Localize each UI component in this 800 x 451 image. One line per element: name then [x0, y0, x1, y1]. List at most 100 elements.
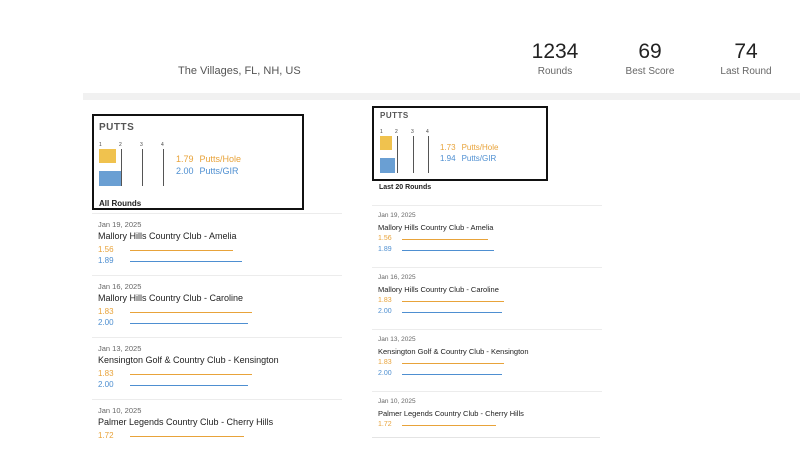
round-putts-per-gir: 1.89: [378, 245, 578, 255]
gauge-tick: 4: [426, 129, 429, 135]
putts-summary-card[interactable]: PUTTS 1 2 3 4 1.79 Putts/Hole 2.00 Putts/G…: [92, 114, 304, 210]
putts-per-gir-bar: [380, 158, 395, 173]
round-item[interactable]: Jan 13, 2025 Kensington Golf & Country C…: [92, 337, 342, 399]
round-course: Mallory Hills Country Club - Amelia: [378, 223, 494, 232]
gauge-tick: 3: [411, 129, 414, 135]
putts-title: PUTTS: [380, 111, 409, 120]
putts-summary-card[interactable]: PUTTS 1 2 3 4 1.73 Putts/Hole 1.94 Putts/G…: [372, 106, 548, 181]
round-putts-per-gir-bar: [130, 261, 242, 262]
putts-title: PUTTS: [99, 122, 135, 133]
round-putts-per-gir-value: 2.00: [378, 308, 392, 315]
round-putts-per-hole: 1.72: [98, 431, 298, 441]
round-putts-per-hole-bar: [402, 301, 504, 302]
round-date: Jan 13, 2025: [98, 344, 142, 353]
round-course: Palmer Legends Country Club - Cherry Hil…: [98, 417, 274, 427]
round-date: Jan 10, 2025: [98, 406, 142, 415]
panel-bottom-border: [372, 437, 600, 438]
round-putts-per-gir-bar: [402, 374, 502, 375]
round-putts-per-gir-bar: [130, 323, 248, 324]
putts-per-hole-label: Putts/Hole: [461, 143, 499, 152]
putts-gauge: 1 2 3 4: [380, 129, 429, 173]
round-putts-per-hole-value: 1.56: [98, 245, 114, 254]
section-divider: [83, 93, 800, 100]
round-putts-per-hole-value: 1.83: [98, 369, 114, 378]
round-date: Jan 16, 2025: [98, 282, 142, 291]
round-putts-per-hole-bar: [402, 239, 488, 240]
rounds-list: Jan 19, 2025 Mallory Hills Country Club …: [92, 213, 342, 451]
round-putts-per-hole: 1.83: [378, 296, 578, 306]
putts-per-hole-value: 1.79: [176, 154, 194, 164]
putts-per-gir-metric: 1.94 Putts/GIR: [440, 154, 496, 163]
gauge-tick: 2: [119, 142, 122, 148]
round-course: Kensington Golf & Country Club - Kensing…: [98, 355, 279, 365]
putts-gauge: 1 2 3 4: [99, 142, 164, 186]
stat-rounds-value: 1234: [531, 40, 579, 63]
round-date: Jan 19, 2025: [378, 212, 416, 219]
putts-per-hole-bar: [99, 149, 116, 163]
putts-per-hole-label: Putts/Hole: [199, 154, 242, 164]
round-item[interactable]: Jan 16, 2025 Mallory Hills Country Club …: [92, 275, 342, 337]
putts-per-hole-metric: 1.79 Putts/Hole: [176, 154, 241, 164]
round-putts-per-hole-value: 1.72: [378, 421, 392, 428]
stat-best-score-value: 69: [638, 40, 662, 63]
round-putts-per-gir-bar: [130, 385, 248, 386]
round-item[interactable]: Jan 19, 2025 Mallory Hills Country Club …: [372, 205, 602, 267]
round-putts-per-hole-value: 1.83: [378, 359, 392, 366]
round-putts-per-gir-bar: [402, 250, 494, 251]
gauge-tick: 2: [395, 129, 398, 135]
rounds-scope-label: Last 20 Rounds: [379, 184, 432, 191]
round-item[interactable]: Jan 13, 2025 Kensington Golf & Country C…: [372, 329, 602, 391]
round-date: Jan 16, 2025: [378, 274, 416, 281]
round-putts-per-gir: 2.00: [378, 369, 578, 379]
round-putts-per-gir-value: 1.89: [98, 256, 114, 265]
rounds-list: Jan 19, 2025 Mallory Hills Country Club …: [372, 205, 602, 451]
round-item[interactable]: Jan 16, 2025 Mallory Hills Country Club …: [372, 267, 602, 329]
round-date: Jan 10, 2025: [378, 398, 416, 405]
gauge-tick: 3: [140, 142, 143, 148]
putts-per-hole-value: 1.73: [440, 143, 456, 152]
round-putts-per-hole: 1.83: [98, 369, 298, 379]
stat-rounds: 1234 Rounds: [530, 40, 580, 77]
round-putts-per-gir-value: 2.00: [378, 370, 392, 377]
stat-last-round-value: 74: [734, 40, 758, 63]
round-putts-per-hole-bar: [130, 436, 244, 437]
round-putts-per-gir: 2.00: [378, 307, 578, 317]
stat-last-round-label: Last Round: [720, 66, 772, 77]
round-putts-per-hole: 1.83: [98, 307, 298, 317]
round-putts-per-gir-value: 1.89: [378, 246, 392, 253]
putts-per-gir-metric: 2.00 Putts/GIR: [176, 166, 239, 176]
player-location: The Villages, FL, NH, US: [178, 65, 301, 77]
round-putts-per-gir: 2.00: [98, 318, 298, 328]
round-putts-per-hole-value: 1.83: [98, 307, 114, 316]
round-putts-per-hole: 1.56: [98, 245, 298, 255]
putts-per-gir-bar: [99, 171, 121, 186]
round-course: Mallory Hills Country Club - Caroline: [378, 285, 499, 294]
stat-last-round: 74 Last Round: [713, 40, 779, 77]
round-course: Mallory Hills Country Club - Caroline: [98, 293, 244, 303]
round-putts-per-hole: 1.72: [378, 420, 578, 430]
round-course: Mallory Hills Country Club - Amelia: [98, 231, 237, 241]
round-course: Palmer Legends Country Club - Cherry Hil…: [378, 409, 524, 418]
round-date: Jan 19, 2025: [98, 220, 142, 229]
round-putts-per-hole-bar: [402, 363, 504, 364]
rounds-scope-label: All Rounds: [99, 199, 142, 208]
round-item[interactable]: Jan 10, 2025 Palmer Legends Country Club…: [372, 391, 602, 451]
round-putts-per-gir: 2.00: [98, 380, 298, 390]
gauge-tick: 4: [161, 142, 164, 148]
putts-per-hole-metric: 1.73 Putts/Hole: [440, 143, 498, 152]
putts-per-gir-value: 1.94: [440, 154, 456, 163]
round-putts-per-gir-value: 2.00: [98, 318, 114, 327]
round-putts-per-hole: 1.83: [378, 358, 578, 368]
round-putts-per-hole-value: 1.56: [378, 235, 392, 242]
gauge-tick: 1: [380, 129, 383, 135]
round-putts-per-gir-bar: [402, 312, 502, 313]
round-putts-per-gir-value: 2.00: [98, 380, 114, 389]
round-putts-per-hole-bar: [130, 374, 252, 375]
round-item[interactable]: Jan 19, 2025 Mallory Hills Country Club …: [92, 213, 342, 275]
round-item[interactable]: Jan 10, 2025 Palmer Legends Country Club…: [92, 399, 342, 451]
round-putts-per-gir: 1.89: [98, 256, 298, 266]
round-date: Jan 13, 2025: [378, 336, 416, 343]
round-putts-per-hole-bar: [130, 312, 252, 313]
putts-per-gir-label: Putts/GIR: [199, 166, 239, 176]
stat-best-score-label: Best Score: [625, 66, 675, 77]
